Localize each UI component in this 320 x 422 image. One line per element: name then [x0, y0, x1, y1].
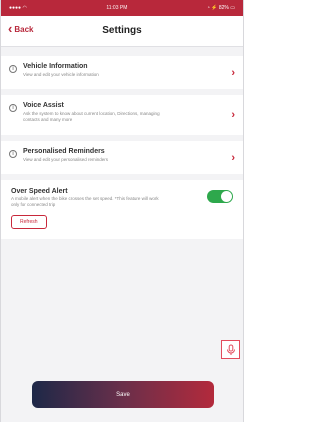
- chevron-right-icon[interactable]: ›: [231, 67, 235, 79]
- microphone-icon: [226, 344, 235, 355]
- settings-item-title: Voice Assist: [23, 102, 64, 109]
- settings-item-subtitle: View and edit your personalised reminder…: [23, 157, 108, 162]
- settings-item-personalised-reminders[interactable]: i Personalised Reminders View and edit y…: [1, 141, 243, 174]
- save-button[interactable]: Save: [32, 381, 214, 408]
- status-bar: ●●●● ◠ 11:03 PM ◔ ⚡ 82% ▭: [1, 0, 243, 16]
- refresh-button[interactable]: Refresh: [11, 215, 47, 229]
- settings-item-subtitle: View and edit your vehicle information: [23, 72, 99, 77]
- settings-item-title: Vehicle Information: [23, 63, 88, 70]
- settings-item-voice-assist[interactable]: i Voice Assist Ask the system to know ab…: [1, 95, 243, 135]
- over-speed-alert-section: Over Speed Alert A mobile alert when the…: [1, 180, 243, 239]
- settings-item-vehicle-information[interactable]: i Vehicle Information View and edit your…: [1, 56, 243, 89]
- info-icon: i: [9, 150, 17, 158]
- settings-item-title: Personalised Reminders: [23, 148, 105, 155]
- phone-screen: ●●●● ◠ 11:03 PM ◔ ⚡ 82% ▭ ‹ Back Setting…: [0, 0, 244, 422]
- over-speed-alert-toggle[interactable]: [207, 190, 233, 203]
- signal-indicator: ●●●● ◠: [9, 5, 27, 11]
- info-icon: i: [9, 104, 17, 112]
- toggle-knob: [221, 191, 232, 202]
- info-icon: i: [9, 65, 17, 73]
- battery-indicator: ◔ ⚡ 82% ▭: [206, 5, 235, 11]
- header: ‹ Back Settings: [1, 16, 243, 47]
- settings-item-subtitle: Ask the system to know about current loc…: [23, 111, 160, 122]
- page-title: Settings: [102, 25, 142, 36]
- clock: 11:03 PM: [106, 5, 128, 11]
- microphone-button[interactable]: [221, 340, 240, 359]
- over-speed-alert-subtitle: A mobile alert when the bike crosses the…: [11, 196, 159, 207]
- chevron-right-icon[interactable]: ›: [231, 152, 235, 164]
- over-speed-alert-title: Over Speed Alert: [11, 188, 68, 195]
- chevron-right-icon[interactable]: ›: [231, 109, 235, 121]
